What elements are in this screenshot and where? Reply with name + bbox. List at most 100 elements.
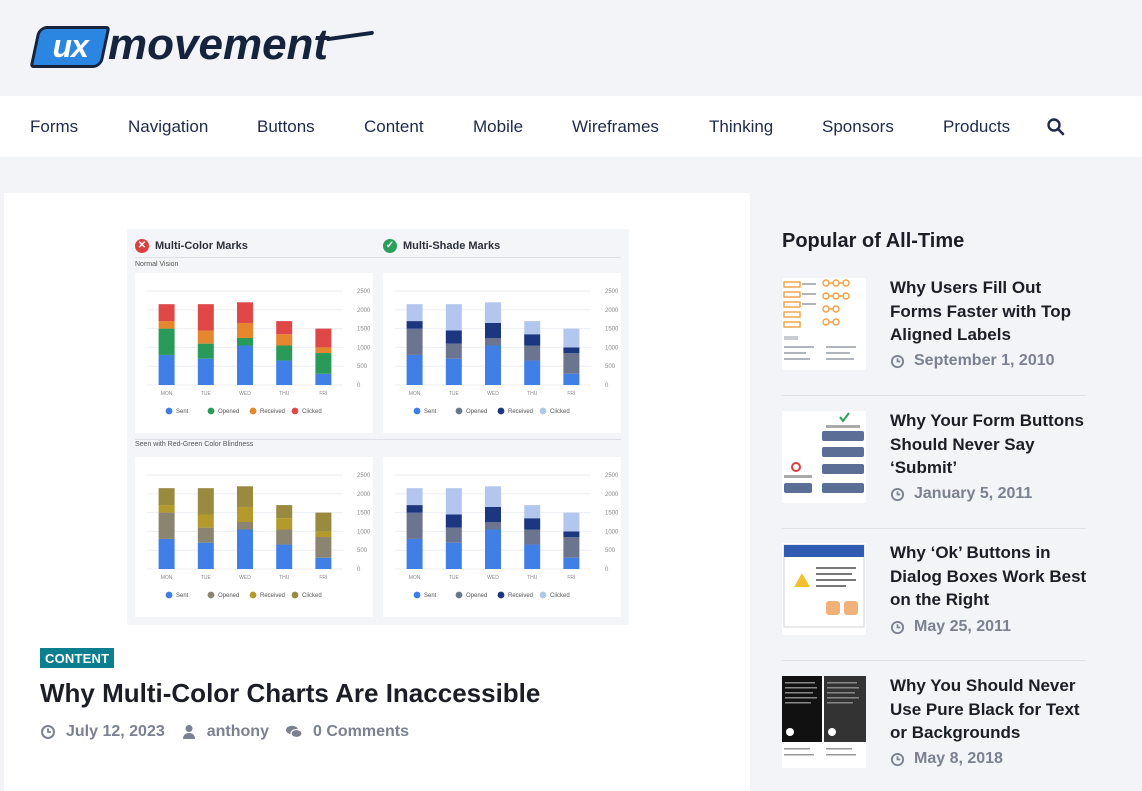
y-tick-label: 500 xyxy=(357,364,368,370)
legend-label: Received xyxy=(260,593,285,599)
y-tick-label: 2500 xyxy=(357,473,371,479)
y-tick-label: 2500 xyxy=(605,289,619,295)
article-comments[interactable]: 0 Comments xyxy=(285,723,409,741)
bar-segment xyxy=(276,321,293,335)
bar-segment xyxy=(563,347,580,354)
hero-right-heading: ✓ Multi-Shade Marks xyxy=(383,239,500,253)
chart-panel-multi-color: 2500 2000 1500 1000 500 0 MON TUE WED THU FRI Sent O… xyxy=(135,273,373,433)
nav-item-thinking[interactable]: Thinking xyxy=(709,117,773,137)
bar-segment xyxy=(563,557,580,569)
bar-segment xyxy=(406,488,423,506)
article-title[interactable]: Why Multi-Color Charts Are Inaccessible xyxy=(40,678,540,709)
legend-swatch xyxy=(249,591,257,599)
legend-label: Opened xyxy=(466,409,487,415)
y-tick-label: 1000 xyxy=(605,529,619,535)
article-author: anthony xyxy=(181,723,269,741)
nav-item-navigation[interactable]: Navigation xyxy=(128,117,208,137)
clock-icon xyxy=(890,354,905,368)
post-title[interactable]: Why Your Form Buttons Should Never Say ‘… xyxy=(890,409,1090,480)
x-tick-label: MON xyxy=(161,391,173,397)
y-tick-label: 1500 xyxy=(357,327,371,333)
legend-label: Received xyxy=(508,593,533,599)
bar-segment xyxy=(315,557,332,569)
post-thumbnail[interactable] xyxy=(782,278,866,370)
bar-segment xyxy=(406,538,423,569)
post-thumbnail[interactable] xyxy=(782,543,866,635)
bar-segment xyxy=(315,353,332,374)
site-logo[interactable]: ux movement xyxy=(29,20,375,72)
post-date: May 8, 2018 xyxy=(890,750,1003,768)
post-date: September 1, 2010 xyxy=(890,352,1055,370)
bar-segment xyxy=(524,360,541,385)
bar-segment xyxy=(524,544,541,569)
bar-segment xyxy=(406,354,423,385)
clock-icon xyxy=(41,725,55,739)
legend-label: Opened xyxy=(218,593,239,599)
bar-segment xyxy=(197,330,214,344)
legend-swatch xyxy=(497,407,505,415)
nav-item-wireframes[interactable]: Wireframes xyxy=(572,117,659,137)
post-title[interactable]: Why Users Fill Out Forms Faster with Top… xyxy=(890,276,1090,347)
post-thumbnail[interactable] xyxy=(782,411,866,503)
bar-segment xyxy=(563,537,580,558)
article-meta: July 12, 2023 anthony 0 Comments xyxy=(40,723,425,741)
x-tick-label: TUE xyxy=(201,575,212,581)
category-badge[interactable]: CONTENT xyxy=(40,648,115,668)
post-title[interactable]: Why You Should Never Use Pure Black for … xyxy=(890,674,1090,745)
hero-left-heading: ✕ Multi-Color Marks xyxy=(135,239,248,253)
bar-segment xyxy=(445,330,462,344)
popular-post[interactable]: Why Users Fill Out Forms Faster with Top… xyxy=(782,278,1086,396)
search-icon[interactable] xyxy=(1046,117,1066,137)
popular-post[interactable]: Why ‘Ok’ Buttons in Dialog Boxes Work Be… xyxy=(782,543,1086,661)
y-tick-label: 0 xyxy=(357,567,361,573)
bar-segment xyxy=(406,304,423,322)
legend-label: Opened xyxy=(466,593,487,599)
x-tick-label: FRI xyxy=(567,575,575,581)
stacked-bar-chart: 2500 2000 1500 1000 500 0 MON TUE WED THU FRI Sent O… xyxy=(395,289,619,415)
bar-segment xyxy=(315,328,332,348)
chart-panel-multi-shade: 2500 2000 1500 1000 500 0 MON TUE WED THU FRI Sent O… xyxy=(383,273,621,433)
bar-segment xyxy=(524,518,541,530)
bar-segment xyxy=(276,360,293,385)
legend-label: Clicked xyxy=(302,593,322,599)
bar-segment xyxy=(197,514,214,528)
popular-post[interactable]: Why You Should Never Use Pure Black for … xyxy=(782,676,1086,791)
bar-segment xyxy=(563,531,580,538)
legend-swatch xyxy=(413,407,421,415)
nav-item-buttons[interactable]: Buttons xyxy=(257,117,315,137)
bar-segment xyxy=(445,542,462,569)
bar-segment xyxy=(197,304,214,331)
nav-item-mobile[interactable]: Mobile xyxy=(473,117,523,137)
nav-item-products[interactable]: Products xyxy=(943,117,1010,137)
bar-segment xyxy=(276,529,293,545)
x-tick-label: MON xyxy=(161,575,173,581)
nav-item-sponsors[interactable]: Sponsors xyxy=(822,117,894,137)
bar-segment xyxy=(445,358,462,385)
post-thumbnail[interactable] xyxy=(782,676,866,768)
bar-segment xyxy=(158,488,175,506)
nav-item-forms[interactable]: Forms xyxy=(30,117,78,137)
legend-swatch xyxy=(207,591,215,599)
bar-segment xyxy=(445,527,462,543)
post-date: January 5, 2011 xyxy=(890,485,1032,503)
logo-wordmark: movement xyxy=(108,20,329,69)
legend-label: Clicked xyxy=(550,409,570,415)
y-tick-label: 1000 xyxy=(357,529,371,535)
bar-segment xyxy=(485,529,501,569)
x-tick-label: WED xyxy=(487,575,499,581)
bar-segment xyxy=(445,514,462,528)
bar-segment xyxy=(315,537,332,558)
bar-segment xyxy=(485,322,501,338)
bar-segment xyxy=(197,358,214,385)
post-title[interactable]: Why ‘Ok’ Buttons in Dialog Boxes Work Be… xyxy=(890,541,1090,612)
article-hero-image[interactable]: ✕ Multi-Color Marks ✓ Multi-Shade Marks … xyxy=(127,229,629,625)
bar-segment xyxy=(445,488,462,515)
nav-item-content[interactable]: Content xyxy=(364,117,424,137)
x-tick-label: FRI xyxy=(567,391,575,397)
y-tick-label: 2000 xyxy=(357,308,371,314)
y-tick-label: 0 xyxy=(605,383,609,389)
legend-label: Sent xyxy=(424,593,437,599)
stacked-bar-chart: 2500 2000 1500 1000 500 0 MON TUE WED THU FRI Sent O… xyxy=(147,473,371,599)
sidebar: Popular of All-Time xyxy=(782,230,1092,253)
popular-post[interactable]: Why Your Form Buttons Should Never Say ‘… xyxy=(782,411,1086,529)
